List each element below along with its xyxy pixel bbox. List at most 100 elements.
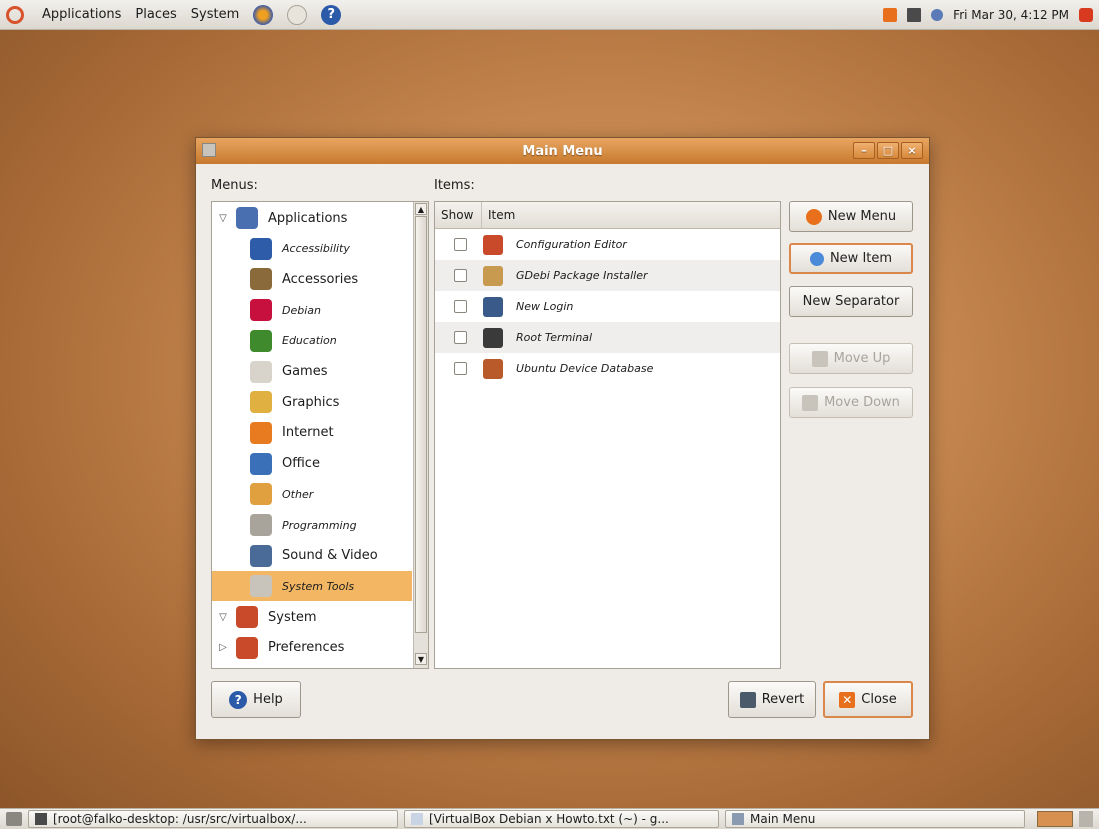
email-launcher-icon[interactable] [287, 4, 308, 25]
panel-menu-applications[interactable]: Applications [42, 7, 121, 22]
item-row[interactable]: Configuration Editor [435, 229, 780, 260]
item-label: Root Terminal [516, 331, 593, 344]
window-titlebar[interactable]: Main Menu – □ × [196, 138, 929, 164]
new-separator-label: New Separator [802, 294, 900, 309]
debian-icon [250, 299, 272, 322]
item-row[interactable]: Root Terminal [435, 322, 780, 353]
revert-button[interactable]: Revert [728, 681, 816, 718]
tree-item-label: Preferences [268, 640, 345, 656]
preferences-icon [236, 636, 258, 659]
tree-item-label: Debian [282, 303, 321, 317]
tree-item-graphics[interactable]: Graphics [212, 387, 412, 417]
terminal-icon [483, 327, 503, 348]
menus-scrollbar[interactable]: ▲ ▼ [413, 202, 428, 668]
revert-icon [739, 691, 756, 708]
item-row[interactable]: Ubuntu Device Database [435, 353, 780, 384]
tree-item-label: System Tools [282, 579, 355, 593]
show-checkbox[interactable] [454, 300, 467, 313]
help-launcher-icon[interactable]: ? [321, 4, 342, 25]
workspace-switcher-icon[interactable] [1037, 811, 1073, 827]
device-database-icon [483, 358, 503, 379]
tree-item-accessories[interactable]: Accessories [212, 264, 412, 294]
items-header: Show Item [435, 202, 780, 229]
collapse-arrow-icon[interactable]: ▽ [216, 213, 230, 224]
tree-item-office[interactable]: Office [212, 449, 412, 479]
help-label: Help [253, 692, 283, 707]
tree-item-label: Applications [268, 210, 348, 226]
programming-icon [250, 514, 272, 536]
tree-item-applications[interactable]: ▽ Applications [212, 203, 412, 233]
tree-item-system[interactable]: ▽ System [212, 602, 412, 632]
item-row[interactable]: GDebi Package Installer [435, 260, 780, 291]
expand-arrow-icon[interactable]: ▷ [216, 642, 230, 653]
accessories-icon [250, 268, 272, 291]
tree-item-label: Games [282, 364, 328, 379]
trash-icon[interactable] [1079, 811, 1093, 827]
internet-icon [250, 421, 272, 444]
move-up-button[interactable]: Move Up [789, 343, 913, 374]
show-checkbox[interactable] [454, 238, 467, 251]
item-row[interactable]: New Login [435, 291, 780, 322]
new-item-button[interactable]: New Item [789, 243, 913, 274]
tree-item-education[interactable]: Education [212, 326, 412, 356]
volume-icon[interactable] [931, 8, 944, 21]
tree-item-accessibility[interactable]: Accessibility [212, 234, 412, 264]
show-checkbox[interactable] [454, 362, 467, 375]
update-notifier-icon[interactable] [883, 7, 898, 22]
show-checkbox[interactable] [454, 269, 467, 282]
new-separator-button[interactable]: New Separator [789, 286, 913, 317]
network-icon[interactable] [907, 7, 922, 22]
terminal-task-icon [35, 813, 47, 825]
tree-item-internet[interactable]: Internet [212, 418, 412, 448]
column-show[interactable]: Show [441, 208, 473, 222]
new-menu-label: New Menu [827, 209, 897, 224]
shutdown-icon[interactable] [1079, 7, 1093, 22]
show-desktop-icon[interactable] [6, 812, 22, 826]
accessibility-icon [250, 237, 272, 260]
task-gedit[interactable]: [VirtualBox Debian x Howto.txt (~) - g..… [404, 810, 719, 828]
clock[interactable]: Fri Mar 30, 4:12 PM [953, 8, 1069, 22]
column-item[interactable]: Item [488, 208, 515, 222]
sound-video-icon [250, 544, 272, 567]
item-label: Ubuntu Device Database [516, 362, 654, 375]
items-label: Items: [434, 178, 475, 193]
new-menu-button[interactable]: New Menu [789, 201, 913, 232]
close-window-button[interactable]: × [901, 142, 923, 159]
close-button[interactable]: ✕ Close [823, 681, 913, 718]
configuration-editor-icon [483, 234, 503, 255]
new-menu-icon [805, 208, 822, 225]
help-button[interactable]: ? Help [211, 681, 301, 718]
other-icon [250, 483, 272, 506]
tree-item-other[interactable]: Other [212, 479, 412, 509]
tree-item-preferences[interactable]: ▷ Preferences [212, 633, 412, 663]
text-editor-task-icon [411, 813, 423, 825]
close-label: Close [861, 692, 897, 707]
firefox-launcher-icon[interactable] [253, 4, 274, 25]
move-up-label: Move Up [833, 351, 891, 366]
scroll-up-arrow[interactable]: ▲ [415, 203, 427, 215]
show-checkbox[interactable] [454, 331, 467, 344]
collapse-arrow-icon[interactable]: ▽ [216, 612, 230, 623]
items-list[interactable]: Show Item Configuration Editor GDebi Pack… [434, 201, 781, 669]
tree-item-system-tools[interactable]: System Tools [212, 571, 412, 602]
tree-item-label: Accessories [282, 271, 359, 287]
close-icon: ✕ [839, 691, 856, 708]
scrollbar-thumb[interactable] [415, 216, 427, 633]
tree-item-label: Sound & Video [282, 548, 378, 564]
panel-menu-places[interactable]: Places [135, 7, 176, 22]
scroll-down-arrow[interactable]: ▼ [415, 653, 427, 665]
move-down-button[interactable]: Move Down [789, 387, 913, 418]
menus-tree[interactable]: ▽ Applications Accessibility Accessories Deb… [211, 201, 429, 669]
add-icon [809, 251, 824, 266]
maximize-button[interactable]: □ [877, 142, 899, 159]
task-terminal[interactable]: [root@falko-desktop: /usr/src/virtualbox… [28, 810, 398, 828]
window-title: Main Menu [522, 143, 603, 159]
tree-item-games[interactable]: Games [212, 357, 412, 387]
tree-item-debian[interactable]: Debian [212, 295, 412, 325]
task-main-menu[interactable]: Main Menu [725, 810, 1025, 828]
minimize-button[interactable]: – [853, 142, 875, 159]
panel-menu-system[interactable]: System [191, 7, 239, 22]
tree-item-sound-video[interactable]: Sound & Video [212, 541, 412, 571]
window-menu-icon[interactable] [202, 143, 216, 157]
tree-item-programming[interactable]: Programming [212, 510, 412, 540]
